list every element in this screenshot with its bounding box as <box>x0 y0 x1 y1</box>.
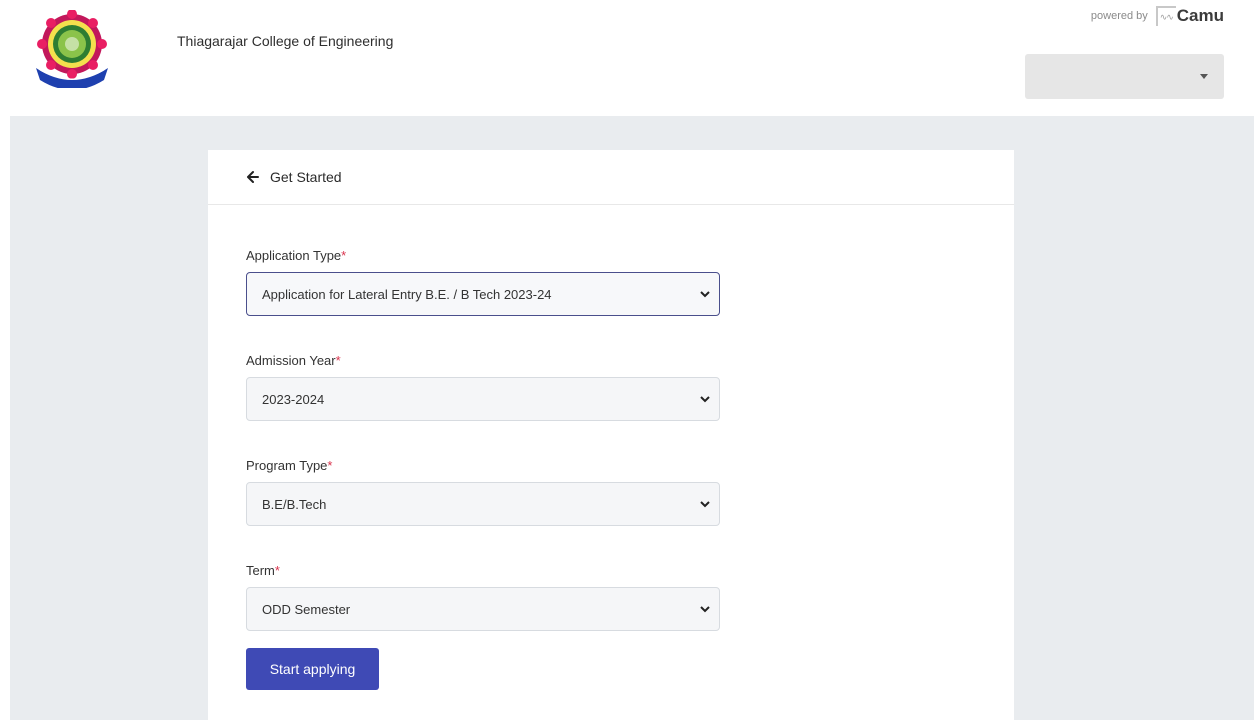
chevron-down-icon <box>700 606 710 613</box>
program-type-value: B.E/B.Tech <box>262 496 327 512</box>
program-type-group: Program Type* B.E/B.Tech <box>246 458 720 526</box>
term-select[interactable]: ODD Semester <box>246 587 720 631</box>
card-header: Get Started <box>208 150 1014 205</box>
college-name: Thiagarajar College of Engineering <box>177 33 394 49</box>
admission-year-group: Admission Year* 2023-2024 <box>246 353 720 421</box>
admission-year-value: 2023-2024 <box>262 391 325 407</box>
admission-year-label: Admission Year* <box>246 353 341 368</box>
term-group: Term* ODD Semester <box>246 563 720 631</box>
chevron-down-icon <box>700 501 710 508</box>
header: Thiagarajar College of Engineering power… <box>0 0 1254 116</box>
application-type-label: Application Type* <box>246 248 347 263</box>
program-type-select[interactable]: B.E/B.Tech <box>246 482 720 526</box>
term-label: Term* <box>246 563 280 578</box>
powered-by-camu: powered by ∿∿ Camu <box>1091 6 1224 26</box>
chevron-down-icon <box>700 291 710 298</box>
chevron-down-icon <box>700 396 710 403</box>
caret-down-icon <box>1200 74 1208 79</box>
get-started-card: Get Started Application Type* Applicatio… <box>208 150 1014 720</box>
application-type-value: Application for Lateral Entry B.E. / B T… <box>262 286 552 302</box>
camu-brand-text: Camu <box>1176 6 1224 25</box>
application-type-select[interactable]: Application for Lateral Entry B.E. / B T… <box>246 272 720 316</box>
powered-by-label: powered by <box>1090 10 1148 22</box>
application-type-group: Application Type* Application for Latera… <box>246 248 720 316</box>
program-type-label: Program Type* <box>246 458 333 473</box>
admission-year-select[interactable]: 2023-2024 <box>246 377 720 421</box>
camu-logo: ∿∿ Camu <box>1155 6 1224 26</box>
start-applying-button[interactable]: Start applying <box>246 648 379 690</box>
term-value: ODD Semester <box>262 601 351 617</box>
back-arrow-icon[interactable] <box>246 170 260 184</box>
college-logo-icon <box>36 10 108 88</box>
header-dropdown[interactable] <box>1025 54 1224 99</box>
card-title: Get Started <box>270 169 342 185</box>
camu-bracket-icon: ∿∿ <box>1155 6 1176 26</box>
